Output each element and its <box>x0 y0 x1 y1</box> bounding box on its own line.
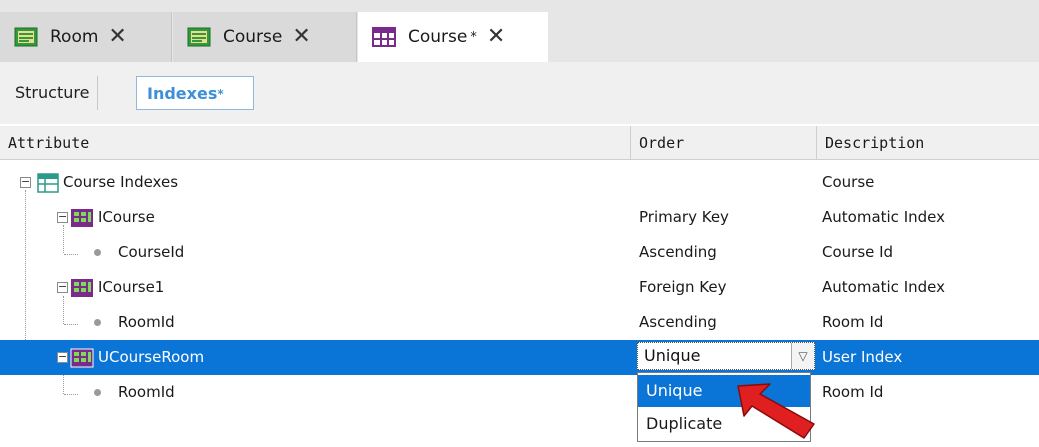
order-cell[interactable]: Primary Key <box>639 200 729 235</box>
tab-course-table-active[interactable]: Course * ✕ <box>358 12 548 62</box>
index-icon <box>70 348 94 372</box>
tab-label: Course <box>223 27 283 47</box>
close-icon[interactable]: ✕ <box>292 26 310 48</box>
attribute-dot-icon <box>94 249 101 256</box>
chevron-down-icon[interactable]: ▽ <box>791 343 814 369</box>
table-icon <box>372 27 396 47</box>
collapse-toggle[interactable]: − <box>57 211 68 223</box>
order-combobox-value: Unique <box>644 346 701 365</box>
document-tab-strip: Room ✕ Course ✕ Course * ✕ <box>0 0 1039 62</box>
attribute-dot-icon <box>94 319 101 326</box>
collapse-toggle[interactable]: − <box>20 176 31 188</box>
index-icon <box>70 208 94 232</box>
attribute-dot-icon <box>94 389 101 396</box>
attribute-cell: ICourse <box>98 208 155 226</box>
collapse-toggle[interactable]: − <box>57 281 68 293</box>
tree-row[interactable]: − Course Indexes Course <box>0 165 1039 200</box>
unsaved-marker: * <box>217 87 224 101</box>
attribute-cell: RoomId <box>118 383 175 401</box>
subtab-indexes[interactable]: Indexes* <box>136 76 254 110</box>
tree-row[interactable]: − ICourse Primary Key Automatic Index <box>0 200 1039 235</box>
subtab-indexes-label: Indexes <box>147 84 218 103</box>
collapse-toggle[interactable]: − <box>57 351 68 363</box>
close-icon[interactable]: ✕ <box>108 26 126 48</box>
grid-header: Attribute Order Description <box>0 126 1039 160</box>
annotation-arrow-icon <box>737 383 815 439</box>
tree-row[interactable]: RoomId Room Id <box>0 375 1039 410</box>
tab-label: Course <box>408 27 468 47</box>
order-cell[interactable]: Foreign Key <box>639 270 727 305</box>
description-cell: Automatic Index <box>822 208 945 226</box>
tree-row[interactable]: RoomId Ascending Room Id <box>0 305 1039 340</box>
order-combobox[interactable]: Unique ▽ <box>637 342 815 370</box>
transaction-icon <box>187 27 211 47</box>
tab-room[interactable]: Room ✕ <box>0 12 172 62</box>
description-cell: Course Id <box>822 243 894 261</box>
transaction-icon <box>14 27 38 47</box>
order-cell[interactable]: Ascending <box>639 305 717 340</box>
attribute-cell: Course Indexes <box>63 173 179 191</box>
order-cell[interactable]: Ascending <box>639 235 717 270</box>
subtab-structure[interactable]: Structure <box>7 76 99 110</box>
column-header-description[interactable]: Description <box>817 126 1039 159</box>
column-header-attribute[interactable]: Attribute <box>0 126 631 159</box>
indexes-icon <box>37 173 59 197</box>
column-header-order[interactable]: Order <box>631 126 817 159</box>
description-cell: Room Id <box>822 313 884 331</box>
tab-course[interactable]: Course ✕ <box>173 12 357 62</box>
tree-row[interactable]: − ICourse1 Foreign Key Automatic Index <box>0 270 1039 305</box>
description-cell: Course <box>822 173 875 191</box>
attribute-cell: RoomId <box>118 313 175 331</box>
description-cell: User Index <box>822 348 903 366</box>
unsaved-marker: * <box>470 29 477 45</box>
attribute-cell: UCourseRoom <box>98 348 205 366</box>
attribute-cell: CourseId <box>118 243 185 261</box>
editor-subtabs: Structure Indexes* <box>0 62 1039 124</box>
close-icon[interactable]: ✕ <box>487 26 505 48</box>
attribute-cell: ICourse1 <box>98 278 165 296</box>
tree-row[interactable]: CourseId Ascending Course Id <box>0 235 1039 270</box>
index-icon <box>70 278 94 302</box>
description-cell: Room Id <box>822 383 884 401</box>
description-cell: Automatic Index <box>822 278 945 296</box>
tab-label: Room <box>50 27 99 47</box>
tree-row-selected[interactable]: − UCourseRoom User Index <box>0 340 1039 375</box>
